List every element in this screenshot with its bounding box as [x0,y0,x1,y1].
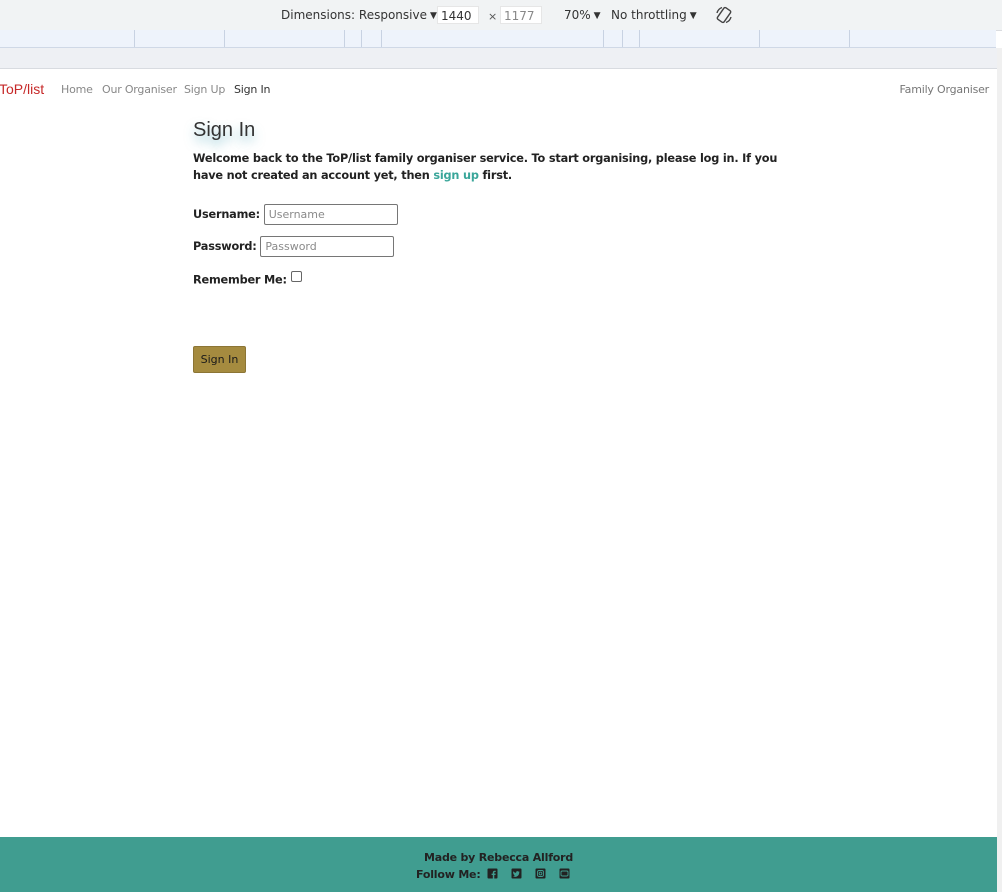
password-row: Password: [193,236,395,257]
page-title: Sign In [193,119,256,141]
sign-up-link[interactable]: sign up [433,169,479,182]
remember-checkbox[interactable] [290,271,302,282]
username-label: Username: [193,208,260,221]
page-ruler-band [0,48,1002,69]
twitter-icon[interactable] [511,868,522,879]
remember-row: Remember Me: [193,271,302,287]
brand-logo[interactable]: ToP/list [0,81,44,97]
intro-text: Welcome back to the ToP/list family orga… [193,150,793,184]
footer: Made by Rebecca Allford Follow Me: [0,837,997,892]
rotate-icon[interactable] [714,5,734,25]
signin-content: Sign In Welcome back to the ToP/list fam… [193,119,793,373]
media-query-ruler [0,30,996,48]
caret-down-icon: ▼ [593,11,601,21]
navbar: ToP/list Home Our Organiser Sign Up Sign… [0,69,997,109]
password-label: Password: [193,240,257,253]
nav-home[interactable]: Home [61,83,93,96]
navbar-tagline: Family Organiser [899,83,990,96]
zoom-dropdown[interactable]: 70% ▼ [564,8,601,22]
nav-our-organiser[interactable]: Our Organiser [102,83,177,96]
username-row: Username: [193,204,398,225]
facebook-icon[interactable] [487,868,498,879]
dimensions-label: Dimensions: Responsive [281,8,427,22]
width-input[interactable]: 1440 [437,6,479,24]
remember-label: Remember Me: [193,273,287,287]
nav-sign-in[interactable]: Sign In [234,83,271,96]
nav-sign-up[interactable]: Sign Up [184,83,225,96]
password-field[interactable] [260,236,395,257]
zoom-label: 70% [564,8,591,22]
intro-text-end: first. [478,169,513,182]
follow-label: Follow Me: [416,868,481,881]
caret-down-icon: ▼ [429,11,437,21]
dimensions-dropdown[interactable]: Dimensions: Responsive ▼ [281,8,437,22]
times-separator: × [488,10,498,23]
youtube-icon[interactable] [559,868,570,879]
height-input[interactable]: 1177 [500,6,542,24]
throttling-label: No throttling [611,8,687,22]
sign-in-button[interactable]: Sign In [193,346,246,373]
devtools-device-toolbar: Dimensions: Responsive ▼ 1440 × 1177 70% ▼… [0,0,1002,31]
instagram-icon[interactable] [535,868,546,879]
footer-credit: Made by Rebecca Allford [423,851,574,864]
throttling-dropdown[interactable]: No throttling ▼ [611,8,697,22]
page-viewport: ToP/list Home Our Organiser Sign Up Sign… [0,69,997,892]
scrollbar[interactable] [997,48,1002,892]
username-field[interactable] [263,204,398,225]
caret-down-icon: ▼ [689,11,697,21]
